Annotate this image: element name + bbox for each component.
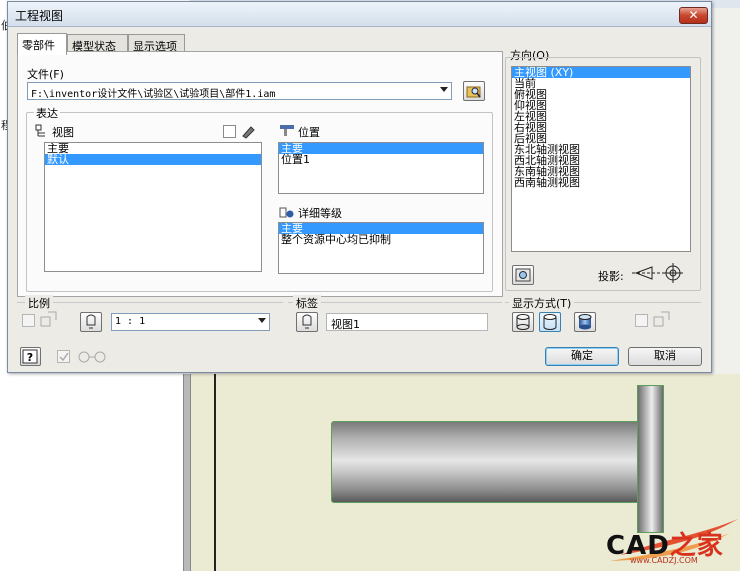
display-style-label: 显示方式(T) <box>509 295 575 311</box>
flange-model[interactable] <box>637 385 664 533</box>
drawing-sheet-border <box>214 374 216 571</box>
list-item[interactable]: 主要 <box>45 143 261 154</box>
position-representation-icon <box>280 125 294 136</box>
cancel-button[interactable]: 取消 <box>628 347 702 366</box>
position-representation-label: 位置 <box>298 126 320 139</box>
scale-from-base-checkbox[interactable] <box>22 314 35 327</box>
file-path-value: F:\inventor设计文件\试验区\试验项目\部件1.iam <box>31 89 276 100</box>
cylinder-shaded-icon <box>578 314 592 330</box>
orientation-list[interactable]: 主视图 (XY) 当前 俯视图 仰视图 左视图 右视图 后视图 东北轴测视图 西北轴测视图 东南轴… <box>511 66 691 252</box>
display-style-from-base-checkbox[interactable] <box>635 314 648 327</box>
scale-frame <box>17 302 283 303</box>
bulb-icon <box>86 314 96 329</box>
tab-panel-component: 文件(F) F:\inventor设计文件\试验区\试验项目\部件1.iam 表… <box>17 51 503 297</box>
pane-splitter[interactable] <box>183 374 191 571</box>
view-label-caption: 标签 <box>293 295 321 311</box>
scale-value: 1 : 1 <box>115 316 146 327</box>
hidden-line-removed-button[interactable] <box>539 312 561 332</box>
svg-text:?: ? <box>27 351 33 364</box>
close-button[interactable]: ✕ <box>679 7 708 24</box>
file-label: 文件(F) <box>27 68 64 81</box>
third-angle-projection-icon[interactable] <box>632 262 684 284</box>
level-of-detail-label: 详细等级 <box>298 207 342 220</box>
shaded-button[interactable] <box>574 312 596 332</box>
projection-label: 投影: <box>598 270 624 283</box>
list-item-selected[interactable]: 主视图 (XY) <box>512 67 690 78</box>
cylinder-hidden-line-icon <box>516 314 530 330</box>
preview-checkbox[interactable] <box>57 350 70 363</box>
tab-label: 零部件 <box>22 39 55 52</box>
drawing-view-dialog: 工程视图 ✕ 零部件 模型状态 显示选项 文件(F) F:\inventor设计… <box>7 1 712 373</box>
watermark-url: www.CADZJ.COM <box>630 556 698 565</box>
glasses-icon <box>78 351 106 363</box>
list-item[interactable]: 位置1 <box>279 154 483 165</box>
view-representation-icon <box>35 124 45 137</box>
scale-toggle-label-button[interactable] <box>80 312 102 332</box>
view-label-input[interactable]: 视图1 <box>326 313 488 331</box>
close-icon: ✕ <box>688 8 699 22</box>
bulb-icon <box>302 314 312 329</box>
view-rep-associative-checkbox[interactable] <box>223 125 236 138</box>
scale-combobox[interactable]: 1 : 1 <box>111 313 270 331</box>
view-label-toggle-button[interactable] <box>296 312 318 332</box>
representation-label: 表达 <box>34 105 60 121</box>
position-representation-list[interactable]: 主要 位置1 <box>278 142 484 194</box>
custom-view-icon <box>515 268 531 282</box>
hidden-line-button[interactable] <box>512 312 534 332</box>
checkmark-icon <box>59 352 69 362</box>
level-of-detail-list[interactable]: 主要 整个资源中心均已抑制 <box>278 222 484 274</box>
chevron-down-icon[interactable] <box>258 318 266 323</box>
view-representation-label: 视图 <box>52 126 74 139</box>
tab-component[interactable]: 零部件 <box>17 33 67 55</box>
help-icon: ? <box>22 349 38 364</box>
display-style-link-icon <box>653 311 670 327</box>
chevron-down-icon[interactable] <box>440 87 448 92</box>
custom-view-button[interactable] <box>512 265 534 285</box>
list-item[interactable]: 西南轴测视图 <box>512 177 690 188</box>
level-of-detail-icon <box>279 207 294 218</box>
dialog-titlebar[interactable]: 工程视图 ✕ <box>8 2 711 27</box>
shaft-model[interactable] <box>331 421 641 503</box>
dialog-title: 工程视图 <box>15 9 64 23</box>
list-item[interactable]: 整个资源中心均已抑制 <box>279 234 483 245</box>
cylinder-visible-edges-icon <box>543 314 557 330</box>
pencil-icon[interactable] <box>240 123 256 139</box>
help-button[interactable]: ? <box>20 347 41 366</box>
ok-button[interactable]: 确定 <box>545 347 619 366</box>
watermark-logo: CAD之家 www.CADZJ.COM <box>600 515 740 571</box>
scale-link-icon <box>40 311 57 327</box>
folder-search-icon <box>466 86 481 98</box>
list-item-selected[interactable]: 默认 <box>45 154 261 165</box>
view-representation-list[interactable]: 主要 默认 <box>44 142 262 272</box>
file-combobox[interactable]: F:\inventor设计文件\试验区\试验项目\部件1.iam <box>27 82 452 100</box>
open-file-button[interactable] <box>463 81 485 101</box>
